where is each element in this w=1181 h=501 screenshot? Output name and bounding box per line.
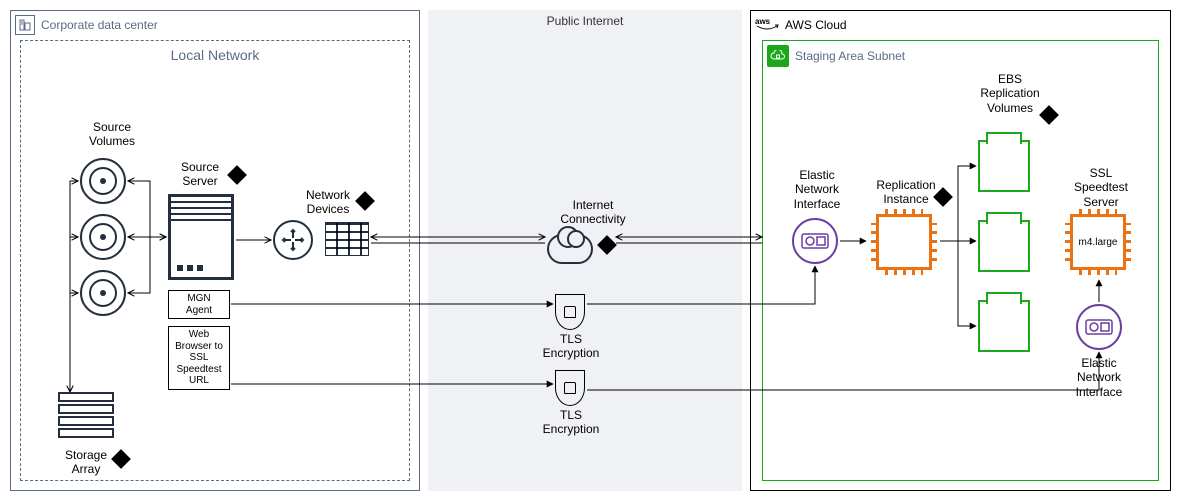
region-aws-title: AWS Cloud — [785, 18, 847, 32]
internet-connectivity-label: Internet Connectivity — [548, 198, 638, 227]
eni-icon — [792, 218, 838, 264]
shield-lock-icon — [555, 370, 585, 406]
firewall-icon — [325, 222, 369, 256]
eni-label: Elastic Network Interface — [1064, 356, 1134, 399]
tls-encryption-label: TLS Encryption — [536, 408, 606, 437]
ssl-speedtest-server-label: SSL Speedtest Server — [1066, 166, 1136, 209]
region-internet-title: Public Internet — [428, 14, 742, 28]
disk-icon — [80, 158, 126, 204]
eni-icon — [1076, 304, 1122, 350]
ebs-volume-icon — [978, 300, 1030, 352]
network-devices-label: Network Devices — [293, 188, 363, 217]
disk-icon — [80, 270, 126, 316]
region-subnet-title: Staging Area Subnet — [795, 49, 905, 63]
ebs-volume-icon — [978, 220, 1030, 272]
region-corp-title: Corporate data center — [41, 18, 158, 32]
source-server-label: Source Server — [165, 160, 235, 189]
router-icon — [273, 220, 313, 260]
mgn-agent-box: MGN Agent — [168, 290, 230, 319]
browser-speedtest-box: Web Browser to SSL Speedtest URL — [168, 326, 230, 390]
ebs-volumes-label: EBS Replication Volumes — [970, 72, 1050, 115]
ec2-instance-icon: m4.large — [1070, 214, 1126, 270]
eni-label: Elastic Network Interface — [782, 168, 852, 211]
ec2-instance-icon — [876, 214, 932, 270]
cloud-download-icon — [547, 234, 593, 264]
server-icon — [168, 194, 234, 280]
replication-instance-label: Replication Instance — [866, 178, 946, 207]
building-icon — [15, 15, 35, 35]
instance-type-label: m4.large — [1079, 237, 1118, 248]
storage-array-icon — [58, 392, 114, 444]
shield-lock-icon — [555, 294, 585, 330]
storage-array-label: Storage Array — [48, 448, 124, 477]
ebs-volume-icon — [978, 140, 1030, 192]
disk-icon — [80, 214, 126, 260]
cloud-lock-icon — [767, 45, 789, 67]
svg-text:aws: aws — [755, 17, 771, 26]
region-localnet-title: Local Network — [21, 47, 409, 63]
source-volumes-label: Source Volumes — [72, 120, 152, 149]
tls-encryption-label: TLS Encryption — [536, 332, 606, 361]
aws-logo-icon: aws — [755, 15, 779, 34]
